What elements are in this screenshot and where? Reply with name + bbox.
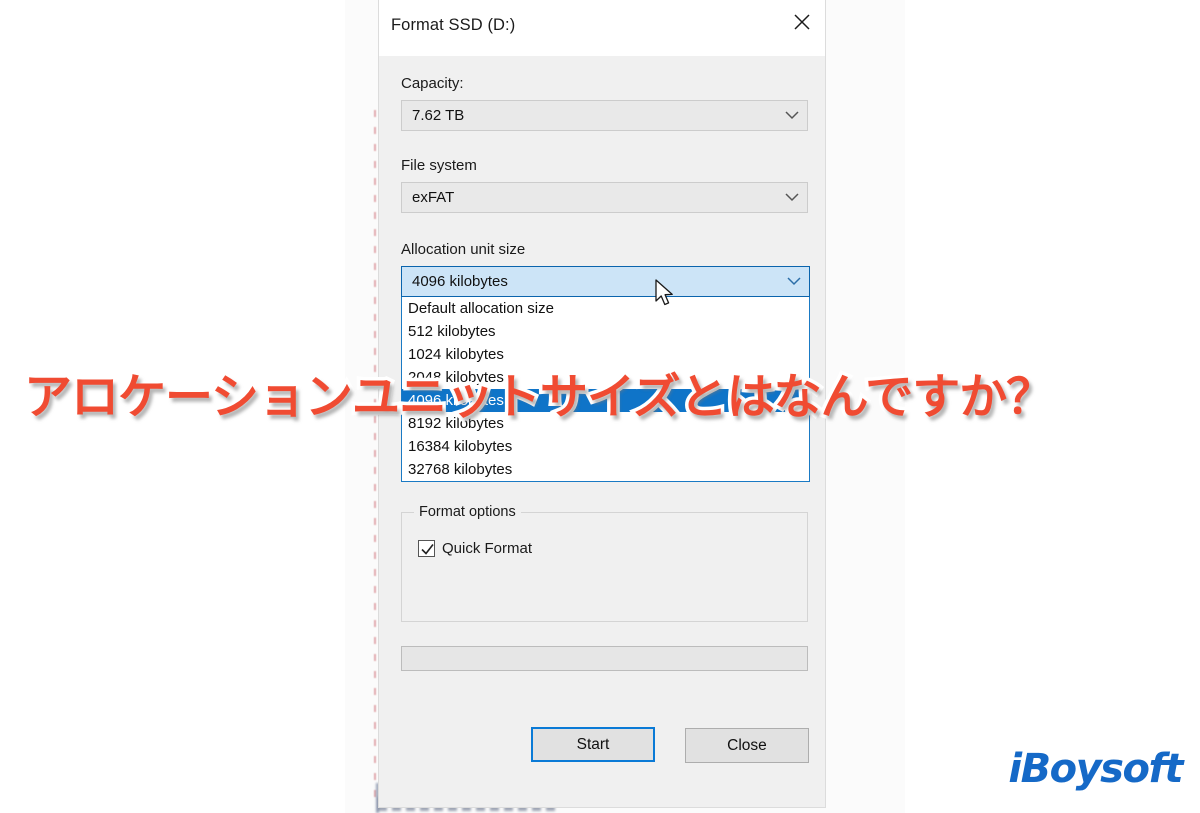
capacity-label: Capacity: bbox=[401, 75, 464, 92]
file-system-combobox[interactable]: exFAT bbox=[401, 182, 808, 213]
allocation-unit-size-label: Allocation unit size bbox=[401, 241, 526, 258]
allocation-unit-size-combobox[interactable]: 4096 kilobytes bbox=[401, 266, 810, 297]
format-dialog: Format SSD (D:) Capacity: 7.62 TB File s… bbox=[378, 0, 826, 808]
progress-bar bbox=[401, 646, 808, 671]
chevron-down-icon bbox=[777, 111, 807, 120]
close-icon[interactable] bbox=[779, 0, 825, 44]
close-button[interactable]: Close bbox=[685, 728, 809, 763]
dropdown-option[interactable]: 4096 kilobytes bbox=[402, 389, 809, 412]
dropdown-option[interactable]: 8192 kilobytes bbox=[402, 412, 809, 435]
background-dotted-line bbox=[374, 110, 376, 800]
chevron-down-icon bbox=[777, 193, 807, 202]
start-button[interactable]: Start bbox=[531, 727, 655, 762]
file-system-value: exFAT bbox=[412, 189, 455, 206]
dialog-title: Format SSD (D:) bbox=[391, 16, 516, 34]
dropdown-option[interactable]: 2048 kilobytes bbox=[402, 366, 809, 389]
capacity-value: 7.62 TB bbox=[412, 107, 465, 124]
quick-format-label: Quick Format bbox=[442, 540, 533, 557]
dropdown-option[interactable]: 32768 kilobytes bbox=[402, 458, 809, 481]
quick-format-checkbox-row[interactable]: Quick Format bbox=[418, 540, 532, 557]
iboysoft-logo: iBoysoft bbox=[1008, 746, 1183, 792]
dialog-titlebar: Format SSD (D:) bbox=[379, 0, 825, 56]
screenshot-root: Format SSD (D:) Capacity: 7.62 TB File s… bbox=[0, 0, 1200, 813]
dropdown-option[interactable]: Default allocation size bbox=[402, 297, 809, 320]
checkmark-icon[interactable] bbox=[418, 540, 435, 557]
format-options-group: Format options Quick Format bbox=[401, 504, 808, 622]
dropdown-option[interactable]: 16384 kilobytes bbox=[402, 435, 809, 458]
allocation-unit-size-dropdown[interactable]: Default allocation size 512 kilobytes 1024… bbox=[401, 297, 810, 482]
allocation-unit-size-value: 4096 kilobytes bbox=[412, 273, 508, 290]
dropdown-option[interactable]: 1024 kilobytes bbox=[402, 343, 809, 366]
dialog-body: Capacity: 7.62 TB File system exFAT Allo… bbox=[379, 56, 825, 807]
capacity-combobox[interactable]: 7.62 TB bbox=[401, 100, 808, 131]
format-options-legend: Format options bbox=[414, 504, 521, 520]
dropdown-option[interactable]: 512 kilobytes bbox=[402, 320, 809, 343]
file-system-label: File system bbox=[401, 157, 477, 174]
chevron-down-icon bbox=[779, 277, 809, 286]
